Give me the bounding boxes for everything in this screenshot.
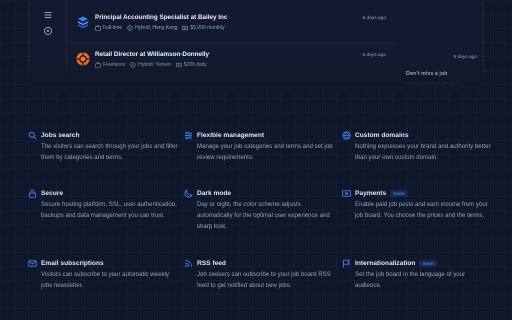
- job-type: Full-time: [95, 25, 122, 31]
- search-icon: [28, 131, 37, 139]
- feature-description: Visitors can subscribe to your automatic…: [41, 271, 169, 289]
- feature-title: Payments: [355, 189, 387, 197]
- moon-icon: [184, 188, 193, 197]
- menu-icon[interactable]: [42, 9, 54, 21]
- feature-flexible-management: Flexible management Manage your job cate…: [184, 130, 334, 163]
- alerts-panel: 6 days ago Don't miss a job Sign up to g…: [393, 0, 483, 87]
- job-type-label: Full-time: [103, 25, 123, 31]
- job-salary: $5,000 monthly: [182, 25, 225, 31]
- preview-sidebar: [29, 0, 67, 87]
- job-meta: Full-time Hybrid, Hong Kong $5,000 month…: [95, 25, 225, 31]
- feature-description: Set the job board in the language of you…: [355, 271, 466, 289]
- feature-title: Flexible management: [197, 131, 265, 139]
- soon-badge: Soon: [419, 259, 437, 267]
- lock-icon: [29, 189, 36, 198]
- feature-title: RSS feed: [197, 259, 226, 267]
- feature-jobs-search: Jobs search The visitors can search thro…: [28, 130, 178, 163]
- job-title[interactable]: Principal Accounting Specialist at Baile…: [95, 14, 227, 21]
- feature-description: Manage your job categories and terms and…: [197, 143, 333, 161]
- job-date: 6 days ago: [362, 53, 386, 58]
- job-salary: $200 daily: [175, 62, 207, 68]
- feature-description: Enable paid job posts and earn income fr…: [355, 201, 488, 219]
- feature-title: Email subscriptions: [41, 259, 104, 267]
- rss-icon: [185, 259, 193, 267]
- job-row[interactable]: Retail Director at Williamson-Donnelly F…: [67, 47, 393, 83]
- feature-internationalization: Internationalization Soon Set the job bo…: [342, 258, 492, 291]
- job-row[interactable]: Principal Accounting Specialist at Baile…: [67, 10, 393, 46]
- feature-title: Jobs search: [41, 131, 80, 139]
- mail-icon: [28, 259, 37, 267]
- feature-description: Nothing expresses your brand and authori…: [355, 143, 491, 161]
- job-location-label: Hybrid, Yemen: [138, 62, 171, 68]
- job-type-label: Freelance: [103, 62, 126, 68]
- alerts-title: Don't miss a job: [406, 71, 448, 77]
- feature-description: The visitors can search through your job…: [41, 143, 178, 161]
- soon-badge: Soon: [390, 189, 408, 197]
- feature-description: Job seekers can subscribe to your job bo…: [197, 271, 331, 289]
- location-icon: [130, 62, 136, 68]
- job-list: Principal Accounting Specialist at Baile…: [67, 0, 393, 87]
- feature-rss-feed: RSS feed Job seekers can subscribe to yo…: [184, 258, 334, 291]
- payment-icon: [342, 189, 351, 197]
- briefcase-icon: [95, 62, 101, 68]
- feature-dark-mode: Dark mode Day or night, the color scheme…: [184, 188, 334, 232]
- row-divider: [67, 43, 393, 44]
- feature-title: Custom domains: [355, 131, 409, 139]
- location-icon: [127, 25, 133, 31]
- job-type: Freelance: [95, 62, 125, 68]
- feature-payments: Payments Soon Enable paid job posts and …: [342, 188, 492, 221]
- feature-title: Internationalization: [355, 259, 416, 267]
- layers-logo-icon: [77, 16, 89, 29]
- job-date: 6 days ago: [362, 16, 386, 21]
- job-date: 6 days ago: [453, 55, 477, 60]
- job-meta: Freelance Hybrid, Yemen $200 daily: [95, 62, 207, 68]
- job-salary-label: $5,000 monthly: [190, 25, 225, 31]
- feature-email-subscriptions: Email subscriptions Visitors can subscri…: [28, 258, 178, 291]
- settings-icon[interactable]: [42, 25, 54, 37]
- sliders-icon: [185, 131, 192, 139]
- feature-secure: Secure Secure hosting platform, SSL, use…: [28, 188, 178, 221]
- alerts-subtitle: Sign up to get all job alerts: [406, 81, 461, 86]
- feature-title: Secure: [41, 189, 63, 197]
- feature-description: Secure hosting platform, SSL, user authe…: [41, 201, 177, 219]
- feature-description: Day or night, the color scheme adjusts a…: [197, 201, 330, 230]
- money-icon: [175, 62, 182, 68]
- wheel-logo-icon: [76, 52, 90, 66]
- feature-title: Dark mode: [197, 189, 232, 197]
- row-divider: [67, 80, 393, 81]
- job-location: Hybrid, Yemen: [130, 62, 171, 68]
- job-title[interactable]: Retail Director at Williamson-Donnelly: [95, 51, 209, 58]
- flag-icon: [343, 259, 351, 267]
- job-board-preview: Principal Accounting Specialist at Baile…: [28, 0, 484, 88]
- job-location: Hybrid, Hong Kong: [127, 25, 177, 31]
- job-salary-label: $200 daily: [183, 62, 207, 68]
- job-location-label: Hybrid, Hong Kong: [135, 25, 178, 31]
- money-icon: [182, 25, 189, 31]
- feature-custom-domains: Custom domains Nothing expresses your br…: [342, 130, 492, 163]
- globe-icon: [342, 130, 351, 140]
- briefcase-icon: [95, 25, 101, 31]
